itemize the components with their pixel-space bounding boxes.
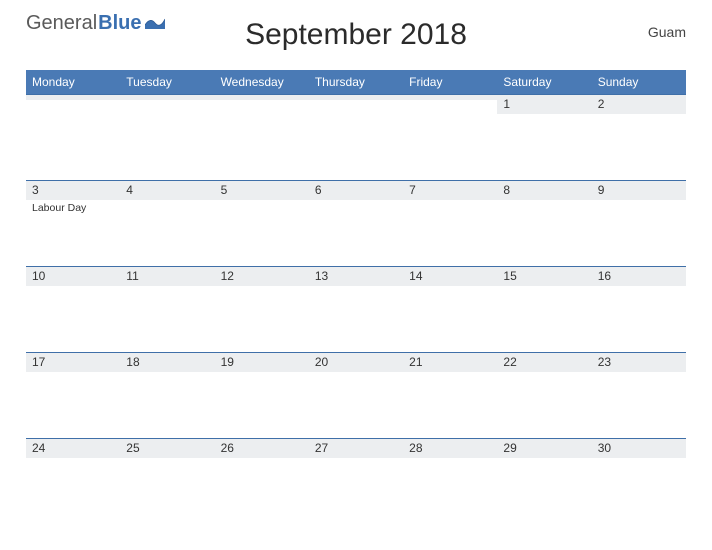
date-number: 8 xyxy=(497,181,591,200)
date-number: 19 xyxy=(215,353,309,372)
calendar-cell xyxy=(403,94,497,180)
date-number xyxy=(309,95,403,100)
date-number: 28 xyxy=(403,439,497,458)
date-number: 17 xyxy=(26,353,120,372)
calendar-cell xyxy=(26,94,120,180)
calendar-cell: 8 xyxy=(497,180,591,266)
calendar-cell: 12 xyxy=(215,266,309,352)
date-number: 12 xyxy=(215,267,309,286)
calendar-title: September 2018 xyxy=(245,18,467,52)
calendar-cell xyxy=(120,94,214,180)
logo: General Blue xyxy=(26,12,165,35)
date-number: 18 xyxy=(120,353,214,372)
date-number: 24 xyxy=(26,439,120,458)
calendar-grid: 1 2 3 Labour Day 4 5 6 7 8 9 10 11 12 13… xyxy=(26,94,686,524)
date-number: 16 xyxy=(592,267,686,286)
date-number: 21 xyxy=(403,353,497,372)
date-number: 14 xyxy=(403,267,497,286)
calendar-week: 24 25 26 27 28 29 30 xyxy=(26,438,686,524)
calendar-cell: 26 xyxy=(215,438,309,524)
calendar-cell xyxy=(215,94,309,180)
calendar-cell: 27 xyxy=(309,438,403,524)
date-number: 9 xyxy=(592,181,686,200)
weekday-header: Sunday xyxy=(592,71,686,94)
calendar-cell: 25 xyxy=(120,438,214,524)
weekday-header: Thursday xyxy=(309,71,403,94)
weekday-header: Wednesday xyxy=(215,71,309,94)
date-number: 22 xyxy=(497,353,591,372)
date-number: 25 xyxy=(120,439,214,458)
calendar-cell: 20 xyxy=(309,352,403,438)
date-number: 20 xyxy=(309,353,403,372)
date-number: 30 xyxy=(592,439,686,458)
calendar-cell: 29 xyxy=(497,438,591,524)
calendar-cell: 23 xyxy=(592,352,686,438)
date-number xyxy=(120,95,214,100)
date-number: 26 xyxy=(215,439,309,458)
weekday-header: Tuesday xyxy=(120,71,214,94)
date-number: 4 xyxy=(120,181,214,200)
date-number: 27 xyxy=(309,439,403,458)
date-number xyxy=(403,95,497,100)
calendar-cell: 28 xyxy=(403,438,497,524)
calendar-cell: 14 xyxy=(403,266,497,352)
calendar-cell: 15 xyxy=(497,266,591,352)
date-number xyxy=(26,95,120,100)
calendar-cell: 5 xyxy=(215,180,309,266)
date-number: 23 xyxy=(592,353,686,372)
calendar-week: 3 Labour Day 4 5 6 7 8 9 xyxy=(26,180,686,266)
weekday-header: Friday xyxy=(403,71,497,94)
calendar-cell: 24 xyxy=(26,438,120,524)
calendar-week: 1 2 xyxy=(26,94,686,180)
calendar-header: General Blue September 2018 Guam xyxy=(26,12,686,64)
date-number: 1 xyxy=(497,95,591,114)
calendar-cell: 30 xyxy=(592,438,686,524)
date-number: 2 xyxy=(592,95,686,114)
calendar-cell: 11 xyxy=(120,266,214,352)
calendar-cell: 1 xyxy=(497,94,591,180)
weekday-header-row: Monday Tuesday Wednesday Thursday Friday… xyxy=(26,70,686,94)
calendar-cell: 18 xyxy=(120,352,214,438)
calendar-cell: 4 xyxy=(120,180,214,266)
calendar-cell: 7 xyxy=(403,180,497,266)
date-number: 15 xyxy=(497,267,591,286)
calendar-cell: 17 xyxy=(26,352,120,438)
calendar-cell: 10 xyxy=(26,266,120,352)
date-number: 10 xyxy=(26,267,120,286)
calendar-cell: 16 xyxy=(592,266,686,352)
calendar-cell: 19 xyxy=(215,352,309,438)
calendar-event: Labour Day xyxy=(26,200,120,214)
date-number xyxy=(215,95,309,100)
calendar-cell: 13 xyxy=(309,266,403,352)
date-number: 11 xyxy=(120,267,214,286)
date-number: 3 xyxy=(26,181,120,200)
calendar-week: 17 18 19 20 21 22 23 xyxy=(26,352,686,438)
calendar-cell xyxy=(309,94,403,180)
date-number: 13 xyxy=(309,267,403,286)
logo-text-1: General xyxy=(26,12,97,35)
calendar-week: 10 11 12 13 14 15 16 xyxy=(26,266,686,352)
calendar-cell: 9 xyxy=(592,180,686,266)
weekday-header: Saturday xyxy=(497,71,591,94)
weekday-header: Monday xyxy=(26,71,120,94)
logo-text-2: Blue xyxy=(98,12,141,35)
calendar-cell: 2 xyxy=(592,94,686,180)
calendar-cell: 21 xyxy=(403,352,497,438)
calendar-cell: 6 xyxy=(309,180,403,266)
calendar-region: Guam xyxy=(648,24,686,40)
date-number: 5 xyxy=(215,181,309,200)
date-number: 7 xyxy=(403,181,497,200)
calendar-cell: 22 xyxy=(497,352,591,438)
date-number: 6 xyxy=(309,181,403,200)
calendar-cell: 3 Labour Day xyxy=(26,180,120,266)
date-number: 29 xyxy=(497,439,591,458)
logo-wave-icon xyxy=(145,15,165,29)
